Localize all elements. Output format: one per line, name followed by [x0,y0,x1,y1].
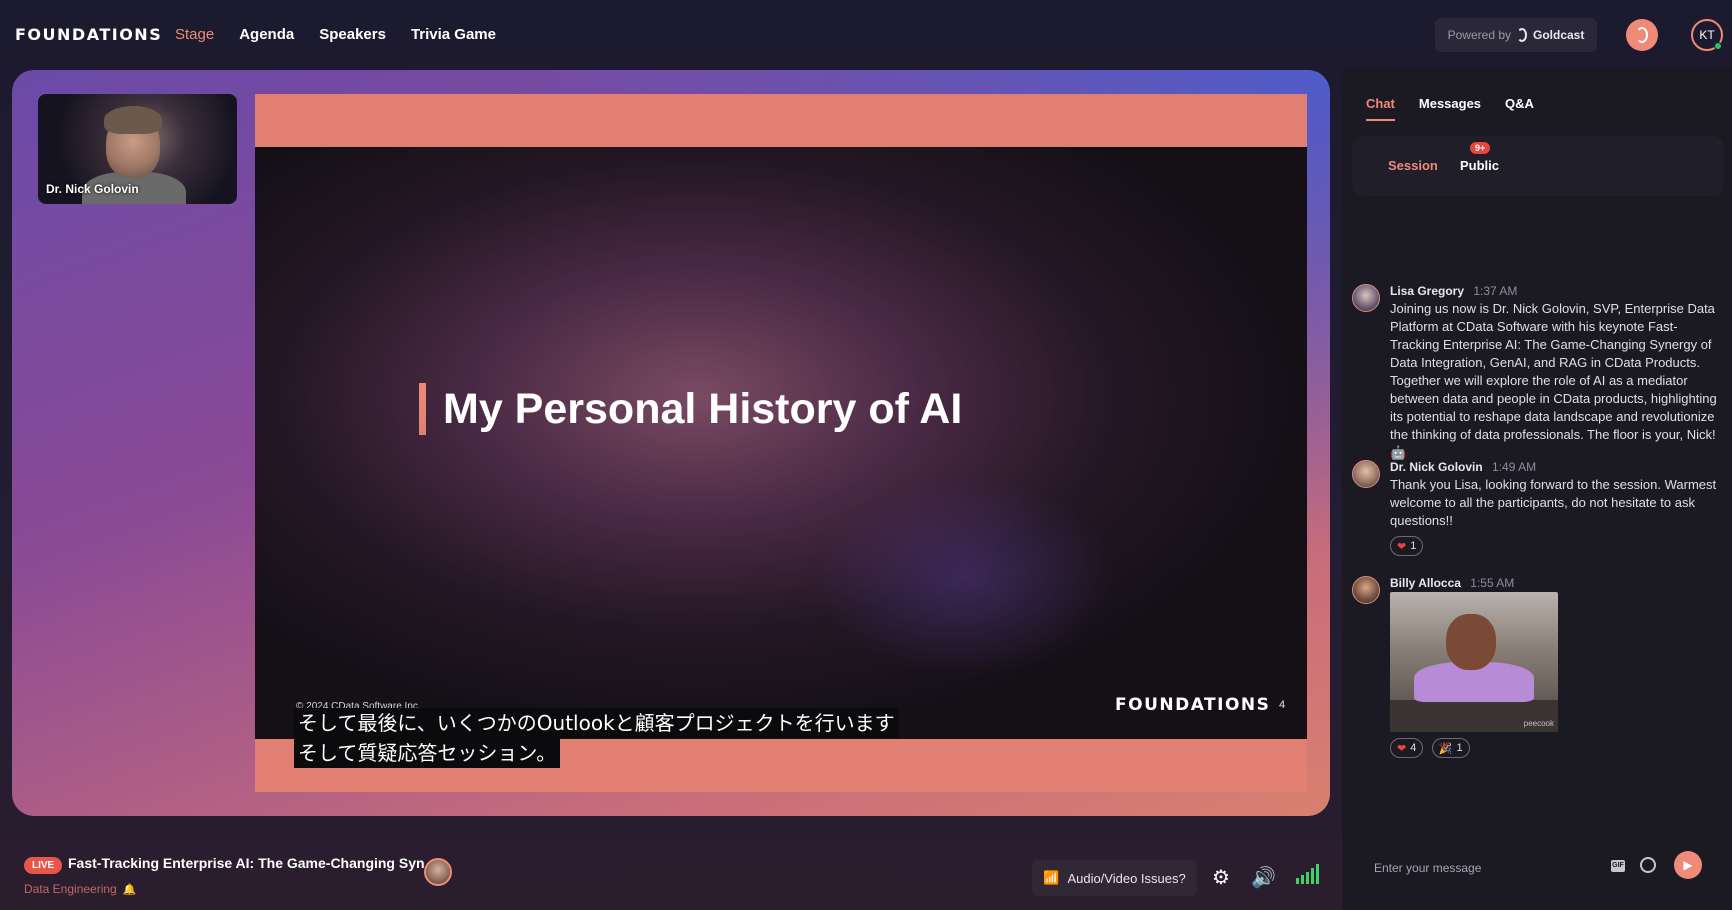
message-time: 1:49 AM [1492,460,1537,474]
reaction-row: ❤ 4 🎉 1 [1390,738,1474,758]
settings-gear-icon[interactable]: ⚙ [1212,865,1230,890]
message-composer: GIF ▶ [1374,848,1704,888]
av-issues-label: Audio/Video Issues? [1067,870,1186,886]
message-author[interactable]: Lisa Gregory [1390,284,1464,298]
speaker-avatar[interactable] [424,858,452,886]
gif-icon[interactable]: GIF [1611,860,1625,872]
chat-subtabs: Session Public 9+ [1352,136,1724,196]
party-icon: 🎉 [1438,742,1453,755]
signal-bar-4 [1311,868,1314,884]
reaction-heart[interactable]: ❤ 4 [1390,738,1424,758]
send-icon: ▶ [1683,858,1693,872]
nav-speakers[interactable]: Speakers [319,26,386,43]
wifi-icon: 📶 [1043,870,1060,885]
speaker-name-label: Dr. Nick Golovin [46,182,139,196]
signal-bar-2 [1301,875,1304,884]
signal-bar-1 [1296,878,1299,884]
main-nav: Stage Agenda Speakers Trivia Game [175,26,496,43]
track-label: Data Engineering [24,882,117,896]
tab-qa[interactable]: Q&A [1505,96,1534,121]
user-avatar[interactable] [1352,576,1380,604]
heart-icon: ❤ [1397,742,1407,755]
session-bar: LIVE Fast-Tracking Enterprise AI: The Ga… [0,840,1340,910]
user-avatar[interactable]: KT [1691,19,1723,51]
message-header: Lisa Gregory 1:37 AM [1390,284,1517,298]
nav-stage[interactable]: Stage [175,26,214,43]
message-input[interactable] [1374,861,1594,875]
slide-logo: FOUNDATIONS [1115,695,1271,715]
slide-title-accent [419,383,426,435]
audio-video-issues-button[interactable]: 📶 Audio/Video Issues? [1032,860,1197,896]
emoji-icon[interactable] [1640,857,1656,873]
powered-by-label: Powered by [1447,28,1511,42]
reaction-count: 1 [1410,540,1417,552]
goldcast-icon [1636,27,1648,43]
signal-strength-icon[interactable] [1296,864,1319,884]
reaction-party[interactable]: 🎉 1 [1431,738,1470,758]
user-avatar[interactable] [1352,284,1380,312]
powered-by-badge[interactable]: Powered by Goldcast [1435,18,1597,52]
top-navigation: FOUNDATIONS Stage Agenda Speakers Trivia… [0,0,1732,68]
powered-brand: Goldcast [1533,28,1585,42]
message-author[interactable]: Billy Allocca [1390,576,1461,590]
foundations-logo[interactable]: FOUNDATIONS [15,25,162,44]
reaction-heart[interactable]: ❤ 1 [1390,536,1424,556]
goldcast-icon [1517,28,1527,42]
panel-tabs: Chat Messages Q&A [1366,96,1534,121]
slide-title: My Personal History of AI [443,385,963,433]
nav-trivia-game[interactable]: Trivia Game [411,26,496,43]
speaker-hair [104,106,162,134]
message-author[interactable]: Dr. Nick Golovin [1390,460,1483,474]
public-unread-badge: 9+ [1470,142,1491,154]
volume-icon[interactable]: 🔊 [1251,865,1276,890]
message-header: Dr. Nick Golovin 1:49 AM [1390,460,1536,474]
signal-bar-5 [1316,864,1319,884]
caption-line-1: そして最後に、いくつかのOutlookと顧客プロジェクトを行います [294,708,899,738]
message-time: 1:37 AM [1473,284,1518,298]
session-title[interactable]: Fast-Tracking Enterprise AI: The Game-Ch… [68,855,436,871]
goldcast-brand-button[interactable] [1626,19,1658,51]
stage-area: Dr. Nick Golovin My Personal History of … [12,70,1330,816]
chat-panel: Chat Messages Q&A Session Public 9+ Lisa… [1342,68,1732,910]
tab-chat[interactable]: Chat [1366,96,1395,121]
bell-icon: 🔔 [122,883,137,896]
reaction-count: 1 [1456,742,1463,754]
message-header: Billy Allocca 1:55 AM [1390,576,1514,590]
caption-line-2: そして質疑応答セッション。 [294,738,561,768]
gif-person-head [1446,614,1496,670]
message-time: 1:55 AM [1470,576,1515,590]
session-track[interactable]: Data Engineering 🔔 [24,882,136,896]
nav-agenda[interactable]: Agenda [239,26,294,43]
message-text: Thank you Lisa, looking forward to the s… [1390,477,1717,528]
signal-bar-3 [1306,872,1309,884]
slide-page-number: 4 [1279,699,1286,711]
reaction-count: 4 [1410,742,1417,754]
gif-watermark: peecook [1523,719,1554,728]
live-badge: LIVE [24,857,63,874]
send-button[interactable]: ▶ [1674,851,1702,879]
message-text: Joining us now is Dr. Nick Golovin, SVP,… [1390,301,1717,460]
gif-attachment[interactable]: peecook [1390,592,1558,732]
user-initials: KT [1699,28,1715,42]
tab-messages[interactable]: Messages [1419,96,1481,121]
speaker-video-tile[interactable]: Dr. Nick Golovin [38,94,237,204]
presentation-slide: My Personal History of AI © 2024 CData S… [255,147,1307,739]
reaction-row: ❤ 1 [1390,536,1427,556]
heart-icon: ❤ [1397,540,1407,553]
presentation-frame: My Personal History of AI © 2024 CData S… [255,94,1307,792]
subtab-session[interactable]: Session [1388,158,1438,173]
user-avatar[interactable] [1352,460,1380,488]
subtab-public[interactable]: Public [1460,158,1499,173]
online-status-dot [1714,42,1722,50]
